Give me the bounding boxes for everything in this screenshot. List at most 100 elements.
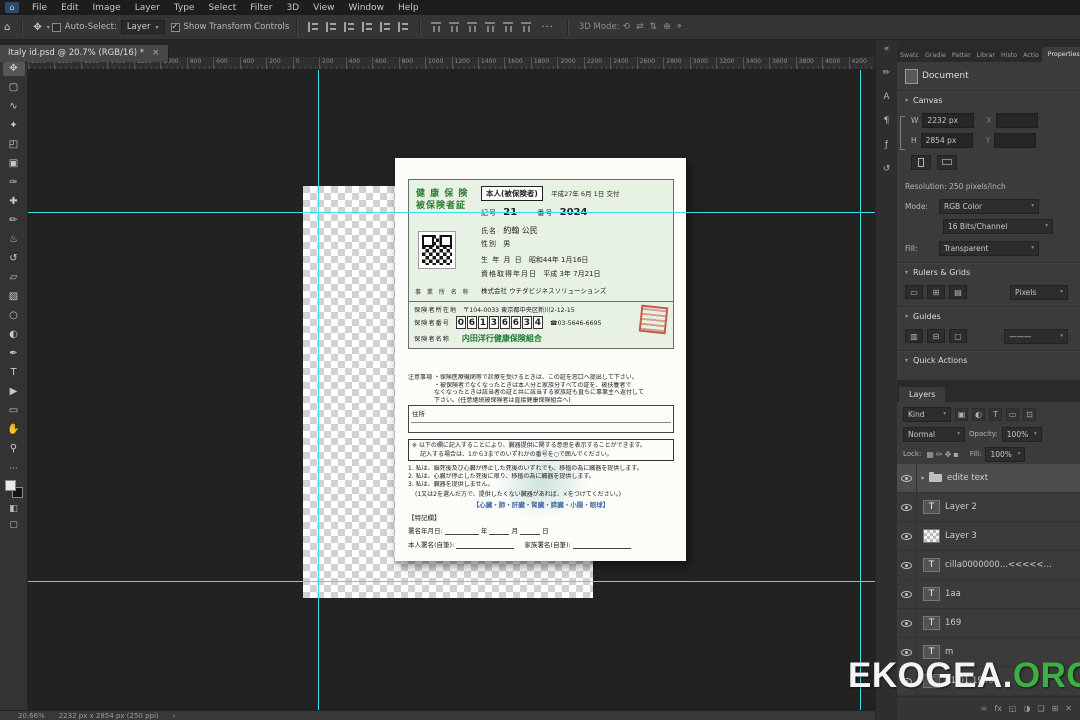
move-tool-icon[interactable]: ✥ [33, 22, 41, 33]
landscape-orientation-button[interactable] [937, 155, 957, 170]
menu-image[interactable]: Image [86, 3, 128, 13]
distribute-right-icon[interactable] [467, 21, 477, 33]
canvas-area[interactable]: 健 康 保 険 被保険者証 事 業 所 名 称 本人(被保険者) 平成27年 6… [28, 70, 875, 710]
frame-tool[interactable]: ▣ [3, 157, 25, 171]
distribute-vertical-icon[interactable] [503, 21, 513, 33]
opacity-dropdown[interactable]: 100% ▾ [1002, 427, 1042, 442]
brush-tool[interactable]: ✏ [3, 214, 25, 228]
menu-view[interactable]: View [306, 3, 341, 13]
tab-layers[interactable]: Layers [899, 387, 945, 402]
layer-row[interactable]: T169 [897, 609, 1080, 638]
align-middle-icon[interactable] [379, 22, 391, 32]
guide-style-dropdown[interactable]: ——— ▾ [1004, 329, 1068, 344]
hand-tool[interactable]: ✋ [3, 423, 25, 437]
layer-filter-dropdown[interactable]: Kind ▾ [903, 407, 951, 422]
crop-tool[interactable]: ◰ [3, 138, 25, 152]
link-layers-icon[interactable]: ∞ [981, 704, 988, 713]
menu-filter[interactable]: Filter [243, 3, 279, 13]
auto-select-target-dropdown[interactable]: Layer ▾ [121, 20, 165, 34]
screen-mode-icon[interactable]: ▢ [9, 520, 18, 530]
x-input[interactable] [996, 113, 1038, 128]
history-panel-icon[interactable]: ↺ [883, 164, 891, 174]
quick-mask-icon[interactable]: ◧ [9, 504, 18, 514]
lock-all-icon[interactable]: ▪ [953, 450, 958, 459]
more-options-icon[interactable]: ··· [541, 22, 554, 33]
color-swatches[interactable] [5, 480, 23, 498]
vertical-guide-right[interactable] [860, 70, 861, 710]
menu-file[interactable]: File [25, 3, 54, 13]
zoom-level[interactable]: 20.66% [18, 712, 45, 720]
paragraph-panel-icon[interactable]: ¶ [884, 116, 890, 126]
quick-selection-tool[interactable]: ✦ [3, 119, 25, 133]
dodge-tool[interactable]: ◐ [3, 328, 25, 342]
panel-tab-patter[interactable]: Patter [949, 49, 974, 62]
filter-smart-objects-icon[interactable]: ⊡ [1023, 408, 1036, 421]
layer-row[interactable]: T1aa [897, 580, 1080, 609]
blur-tool[interactable]: ○ [3, 309, 25, 323]
visibility-toggle[interactable] [897, 609, 917, 637]
add-guide-icon[interactable]: ▥ [905, 329, 923, 343]
lock-position-icon[interactable]: ✥ [945, 450, 952, 459]
align-left-icon[interactable] [307, 22, 319, 32]
pan-3d-icon[interactable]: ⇅ [650, 22, 658, 32]
layer-row[interactable]: ▾edite text [897, 464, 1080, 493]
app-icon[interactable]: ⌂ [5, 2, 19, 13]
marquee-tool[interactable]: ▢ [3, 81, 25, 95]
filter-pixel-layers-icon[interactable]: ▣ [955, 408, 968, 421]
panel-tab-properties[interactable]: Properties [1042, 47, 1080, 62]
menu-window[interactable]: Window [342, 3, 392, 13]
bit-depth-dropdown[interactable]: 16 Bits/Channel ▾ [943, 219, 1053, 234]
foreground-color-swatch[interactable] [5, 480, 16, 491]
units-dropdown[interactable]: Pixels ▾ [1010, 285, 1068, 300]
canvas-section-header[interactable]: ▾ Canvas [905, 96, 942, 105]
glyphs-panel-icon[interactable]: ƒ [885, 140, 888, 150]
path-selection-tool[interactable]: ▶ [3, 385, 25, 399]
filter-shape-layers-icon[interactable]: ▭ [1006, 408, 1019, 421]
gradient-tool[interactable]: ▨ [3, 290, 25, 304]
document-tab[interactable]: Italy id.psd @ 20.7% (RGB/16) * × [0, 45, 169, 62]
blend-mode-dropdown[interactable]: Normal ▾ [903, 427, 965, 442]
roll-3d-icon[interactable]: ⇄ [636, 22, 644, 32]
layer-row[interactable]: Tcilla0000000...<<<<<<<<0 d [897, 551, 1080, 580]
home-icon[interactable]: ⌂ [4, 22, 10, 33]
layer-effects-icon[interactable]: fx [994, 704, 1002, 713]
visibility-toggle[interactable] [897, 551, 917, 579]
horizontal-guide-bottom[interactable] [28, 581, 875, 582]
new-group-icon[interactable]: ❑ [1037, 704, 1044, 713]
panel-tab-actio[interactable]: Actio [1020, 49, 1042, 62]
grid-settings-icon[interactable]: ▤ [949, 285, 967, 299]
distribute-top-icon[interactable] [485, 21, 495, 33]
history-brush-tool[interactable]: ↺ [3, 252, 25, 266]
guide-layout-icon[interactable]: ⊟ [927, 329, 945, 343]
orbit-3d-icon[interactable]: ⟲ [623, 22, 631, 32]
toggle-grid-icon[interactable]: ⊞ [927, 285, 945, 299]
healing-brush-tool[interactable]: ✚ [3, 195, 25, 209]
expand-panels-icon[interactable]: « [884, 44, 890, 54]
link-dimensions-icon[interactable] [900, 116, 905, 150]
layer-row[interactable]: TLayer 2 [897, 493, 1080, 522]
panel-tab-gradie[interactable]: Gradie [922, 49, 949, 62]
pen-tool[interactable]: ✒ [3, 347, 25, 361]
tool-preset-caret-icon[interactable]: ▾ [47, 24, 50, 31]
zoom-tool[interactable]: ⚲ [3, 442, 25, 456]
layer-fill-dropdown[interactable]: 100% ▾ [985, 447, 1025, 462]
quick-actions-header[interactable]: ▾ Quick Actions [905, 356, 967, 365]
move-tool[interactable]: ✥ [3, 62, 25, 76]
type-tool[interactable]: T [3, 366, 25, 380]
menu-edit[interactable]: Edit [54, 3, 85, 13]
menu-type[interactable]: Type [167, 3, 202, 13]
visibility-toggle[interactable] [897, 493, 917, 521]
lock-pixels-icon[interactable]: ✏ [936, 450, 943, 459]
new-layer-icon[interactable]: ⊞ [1052, 704, 1059, 713]
align-center-horizontal-icon[interactable] [325, 22, 337, 32]
menu-select[interactable]: Select [201, 3, 243, 13]
panel-tab-librar[interactable]: Librar [974, 49, 998, 62]
slide-3d-icon[interactable]: ⊕ [663, 22, 671, 32]
edit-toolbar-icon[interactable]: ··· [9, 464, 18, 474]
align-right-icon[interactable] [343, 22, 355, 32]
menu-layer[interactable]: Layer [128, 3, 167, 13]
group-expand-icon[interactable]: ▾ [921, 475, 924, 482]
clone-stamp-tool[interactable]: ♨ [3, 233, 25, 247]
filter-type-layers-icon[interactable]: T [989, 408, 1002, 421]
color-mode-dropdown[interactable]: RGB Color ▾ [939, 199, 1039, 214]
